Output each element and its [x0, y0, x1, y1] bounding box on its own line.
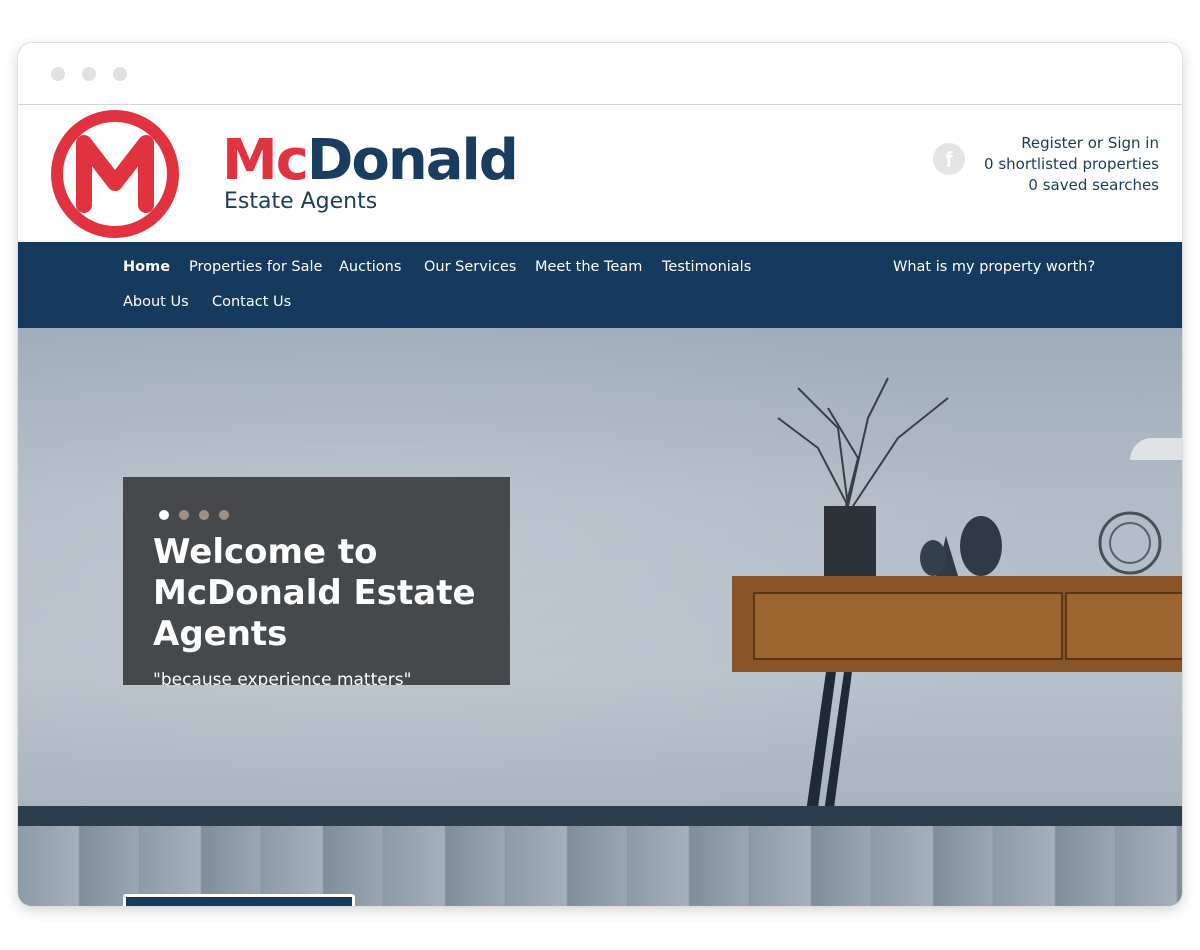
hero-tagline: "because experience matters" [153, 670, 412, 685]
slider-dot-1[interactable] [159, 510, 169, 520]
console-table-image [732, 377, 1182, 828]
hero-caption-box: Welcome to McDonald Estate Agents "becau… [123, 477, 510, 685]
site-header: McDonald Estate Agents f Register or Sig… [18, 105, 1182, 242]
hero-baseboard [18, 806, 1182, 826]
nav-properties-for-sale[interactable]: Properties for Sale [189, 259, 322, 275]
nav-testimonials[interactable]: Testimonials [662, 259, 751, 275]
hero-cta-button[interactable] [123, 894, 355, 906]
account-links: Register or Sign in 0 shortlisted proper… [984, 133, 1159, 196]
slider-dot-4[interactable] [219, 510, 229, 520]
nav-property-worth[interactable]: What is my property worth? [893, 259, 1095, 275]
nav-meet-the-team[interactable]: Meet the Team [535, 259, 642, 275]
window-maximize-dot[interactable] [113, 67, 127, 81]
logo-mc: Mc [222, 128, 309, 193]
logo-m-icon [51, 110, 179, 238]
nav-our-services[interactable]: Our Services [424, 259, 516, 275]
main-nav: Home Properties for Sale Auctions Our Se… [18, 242, 1182, 328]
facebook-icon[interactable]: f [933, 143, 965, 175]
shortlisted-properties-link[interactable]: 0 shortlisted properties [984, 154, 1159, 175]
logo-donald: Donald [306, 128, 519, 193]
register-signin-link[interactable]: Register or Sign in [984, 133, 1159, 154]
window-close-dot[interactable] [51, 67, 65, 81]
logo-wordmark: McDonald [222, 128, 519, 193]
slider-dot-3[interactable] [199, 510, 209, 520]
logo[interactable]: McDonald Estate Agents [48, 109, 519, 239]
nav-home[interactable]: Home [123, 259, 170, 275]
slider-dots [159, 505, 239, 524]
browser-window: McDonald Estate Agents f Register or Sig… [18, 43, 1182, 906]
nav-contact-us[interactable]: Contact Us [212, 294, 291, 310]
browser-toolbar [18, 43, 1182, 105]
nav-about-us[interactable]: About Us [123, 294, 189, 310]
slider-dot-2[interactable] [179, 510, 189, 520]
saved-searches-link[interactable]: 0 saved searches [984, 175, 1159, 196]
hero-title: Welcome to McDonald Estate Agents [153, 532, 476, 654]
logo-subtitle: Estate Agents [224, 189, 378, 214]
window-minimize-dot[interactable] [82, 67, 96, 81]
nav-auctions[interactable]: Auctions [339, 259, 401, 275]
hero-banner: Welcome to McDonald Estate Agents "becau… [18, 328, 1182, 906]
